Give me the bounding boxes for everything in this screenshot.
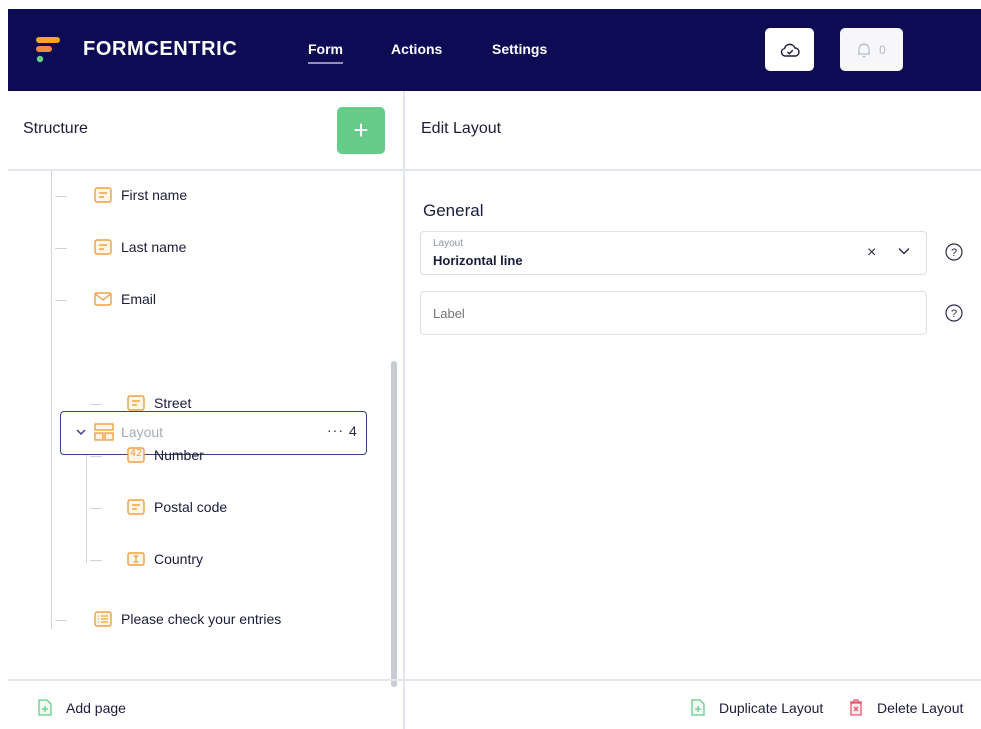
tree-item-country[interactable]: Country [127,551,203,567]
tree-item-street[interactable]: Street [127,395,191,411]
number-field-icon: 42 [127,447,145,463]
tree-line [90,456,102,457]
section-general: General [423,201,484,220]
tree-item-last-name[interactable]: Last name [94,239,186,255]
tree-item-label: Last name [121,239,187,255]
layout-select-label: Layout [433,238,464,249]
svg-text:?: ? [951,247,957,259]
text-field-icon [127,499,145,515]
tree-line [55,248,67,249]
tree-item-label: Country [154,551,204,567]
cloud-save-button[interactable] [765,28,814,71]
nav-form[interactable]: Form [308,41,343,64]
tree-item-check-entries[interactable]: Please check your entries [94,611,281,627]
notification-count: 0 [879,42,886,57]
layout-help-icon[interactable]: ? [945,243,963,261]
tree-item-label: Email [121,291,157,307]
more-options-button[interactable]: ··· [327,422,344,438]
select-field-icon [127,551,145,567]
label-field[interactable] [420,291,927,335]
chevron-down-icon[interactable] [897,244,911,258]
structure-title: Structure [23,120,88,137]
duplicate-layout-button[interactable]: Duplicate Layout [691,699,823,716]
email-icon [94,291,112,307]
duplicate-icon [691,699,705,716]
layout-select[interactable]: Layout Horizontal line × [420,231,927,275]
structure-footer: Add page [8,679,403,729]
text-field-icon [94,187,112,203]
add-page-button[interactable]: Add page [38,699,126,716]
tree-item-label: Layout [121,424,164,440]
brand-name: FORMCENTRIC [83,38,238,60]
tree-item-label: Postal code [154,499,228,515]
text-field-icon [94,239,112,255]
label-help-icon[interactable]: ? [945,304,963,322]
tree-item-first-name[interactable]: First name [94,187,187,203]
notifications-button[interactable]: 0 [840,28,903,71]
edit-title: Edit Layout [421,120,502,137]
app-window: FORMCENTRIC Form Actions Settings 0 Stru… [8,9,981,729]
tree-line [51,171,52,629]
child-count-badge: 4 [349,423,357,439]
nav-settings[interactable]: Settings [492,41,547,57]
chevron-down-icon[interactable] [76,428,86,436]
bell-icon [858,42,871,57]
tree-item-label: First name [121,187,188,203]
duplicate-label: Duplicate Layout [719,699,824,716]
layout-select-value: Horizontal line [433,253,523,268]
tree-item-label: Please check your entries [121,611,282,627]
trash-icon [849,699,863,716]
edit-panel: Edit Layout General Layout Horizontal li… [405,91,981,729]
svg-text:?: ? [951,308,957,320]
tree-item-label: Number [154,447,204,463]
text-field-icon [127,395,145,411]
delete-label: Delete Layout [877,699,964,716]
tree-line [90,560,102,561]
tree-line [55,620,67,621]
tree-item-number[interactable]: 42 Number [127,447,204,463]
formcentric-logo [36,37,60,63]
add-page-icon [38,699,52,716]
tree-scrollbar[interactable] [391,361,397,687]
tree-line [55,300,67,301]
tree-item-email[interactable]: Email [94,291,156,307]
summary-icon [94,611,112,627]
tree-item-layout[interactable]: Layout ··· 4 [60,411,367,455]
edit-header: Edit Layout [405,91,981,171]
structure-header: Structure + [8,91,403,171]
tree-line [90,508,102,509]
delete-layout-button[interactable]: Delete Layout [849,699,963,716]
edit-footer: Duplicate Layout Delete Layout [405,679,981,729]
tree-item-postal-code[interactable]: Postal code [127,499,227,515]
add-element-button[interactable]: + [337,107,385,154]
add-page-label: Add page [66,699,126,716]
nav-actions[interactable]: Actions [391,41,442,57]
tree-line [86,453,87,563]
tree-line [55,196,67,197]
tree-line [90,404,102,405]
tree-item-label: Street [154,395,192,411]
clear-icon[interactable]: × [867,244,876,262]
label-input[interactable] [433,306,903,321]
top-bar: FORMCENTRIC Form Actions Settings 0 [8,9,981,91]
structure-panel: Structure + First name Last name Email L… [8,91,405,729]
number-icon-text: 42 [130,448,143,459]
cloud-check-icon [780,43,800,57]
structure-tree: First name Last name Email Layout ··· 4 … [8,171,403,679]
layout-icon [94,423,114,446]
